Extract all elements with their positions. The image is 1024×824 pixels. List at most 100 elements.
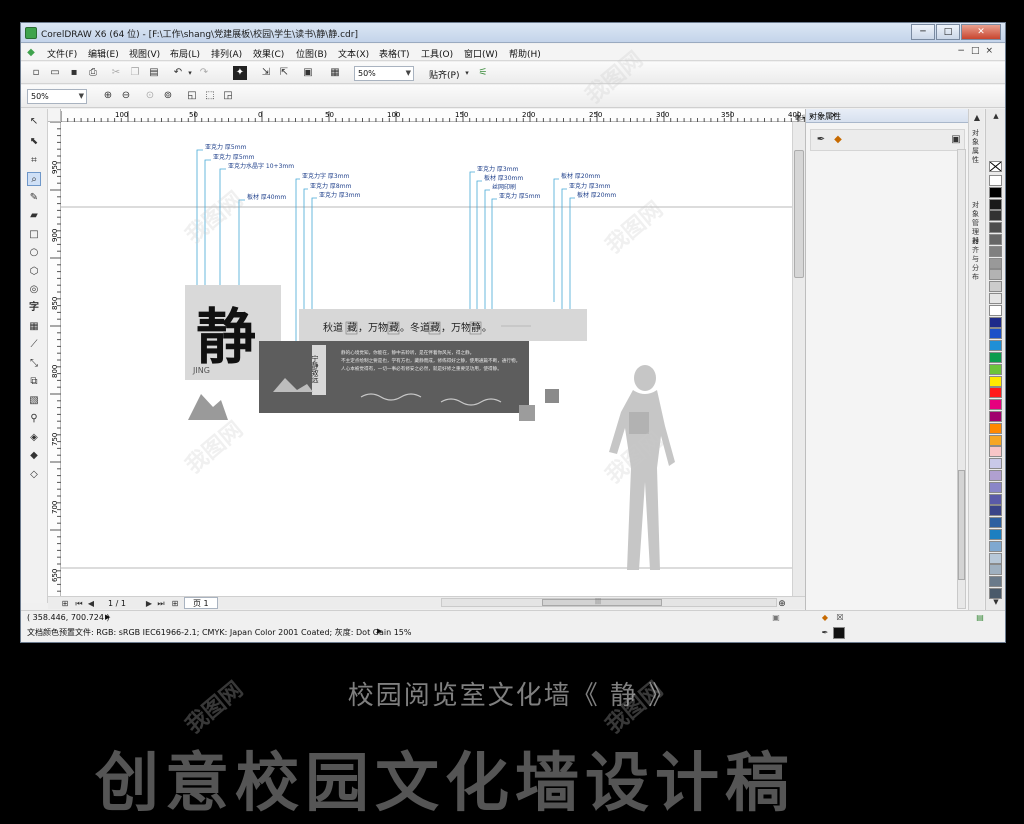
interactive-fill-icon[interactable]: ◇	[27, 468, 41, 482]
doc-icon[interactable]: ◆	[24, 46, 38, 60]
snap-dropdown-icon[interactable]: ▾	[460, 66, 474, 80]
palette-swatch[interactable]	[989, 387, 1002, 399]
palette-swatch[interactable]	[989, 552, 1002, 564]
transparency-tool-icon[interactable]: ▧	[27, 394, 41, 408]
outline-pen-icon[interactable]: ✒	[814, 133, 828, 147]
rectangle-tool-icon[interactable]: □	[27, 228, 41, 242]
polygon-tool-icon[interactable]: ⬡	[27, 265, 41, 279]
palette-swatch[interactable]	[989, 493, 1002, 505]
palette-swatch[interactable]	[989, 352, 1002, 363]
maximize-button[interactable]: □	[936, 24, 960, 40]
zoom-page-icon[interactable]: ◱	[185, 89, 199, 103]
ruler-origin[interactable]	[48, 109, 61, 122]
docker-menu-icon[interactable]: ▣	[949, 133, 963, 147]
vertical-ruler[interactable]: 950 900 850 800 750 700 650	[48, 121, 61, 602]
tab-object-properties[interactable]: 对象属性	[972, 129, 982, 165]
eyedropper-tool-icon[interactable]: ⚲	[27, 412, 41, 426]
status-info-icon[interactable]: ▣	[769, 611, 783, 625]
publish-pdf-icon[interactable]: ▣	[301, 66, 315, 80]
docker-tab-arrow-icon[interactable]: ▲	[970, 111, 984, 125]
menu-text[interactable]: 文本(X)	[338, 47, 369, 60]
text-tool-icon[interactable]: 字	[27, 301, 41, 315]
basic-shapes-icon[interactable]: ◎	[27, 283, 41, 297]
snap-to-button[interactable]: 贴齐(P)	[429, 68, 459, 81]
application-launcher-icon[interactable]: ▦	[328, 66, 342, 80]
fill-indicator-icon[interactable]: ◆	[818, 611, 832, 625]
palette-swatch[interactable]	[989, 411, 1002, 422]
menu-help[interactable]: 帮助(H)	[509, 47, 541, 60]
horizontal-ruler[interactable]: 100 50 0 50 100 150 200 250 300 350 400 …	[60, 109, 807, 122]
menu-window[interactable]: 窗口(W)	[464, 47, 498, 60]
pick-tool-icon[interactable]: ↖	[27, 115, 41, 129]
crop-tool-icon[interactable]: ⌗	[27, 154, 41, 168]
palette-swatch[interactable]	[989, 222, 1002, 234]
zoom-out-icon[interactable]: ⊖	[119, 89, 133, 103]
palette-swatch[interactable]	[989, 540, 1002, 552]
minimize-button[interactable]: ─	[911, 24, 935, 40]
menu-effects[interactable]: 效果(C)	[253, 47, 284, 60]
palette-swatch[interactable]	[989, 481, 1002, 493]
prev-page-icon[interactable]: ◀	[84, 597, 98, 611]
menu-view[interactable]: 视图(V)	[129, 47, 160, 60]
palette-swatch[interactable]	[989, 505, 1002, 517]
palette-swatch[interactable]	[989, 434, 1002, 446]
vertical-scroll-thumb[interactable]	[794, 150, 804, 278]
fill-bucket-icon[interactable]: ◆	[831, 133, 845, 147]
palette-swatch[interactable]	[989, 328, 1002, 340]
dimension-tool-icon[interactable]: ⟋	[27, 338, 41, 352]
status-arrow-icon[interactable]: ▶	[105, 613, 110, 621]
options-icon[interactable]: ⚟	[476, 66, 490, 80]
shape-tool-icon[interactable]: ⬉	[27, 135, 41, 149]
palette-swatch[interactable]	[989, 399, 1002, 411]
status-arrow-icon-2[interactable]: ▶	[377, 627, 382, 635]
export-icon[interactable]: ⇱	[277, 66, 291, 80]
palette-swatch[interactable]	[989, 340, 1002, 352]
undo-dropdown-icon[interactable]: ▾	[183, 66, 197, 80]
menu-tools[interactable]: 工具(O)	[421, 47, 453, 60]
horizontal-scrollbar[interactable]: |||	[441, 598, 777, 607]
cut-icon[interactable]: ✂	[109, 66, 123, 80]
outline-color-swatch[interactable]	[833, 627, 845, 639]
docker-scroll-thumb[interactable]	[958, 470, 965, 580]
outline-tool-icon[interactable]: ◈	[27, 431, 41, 445]
menu-bitmaps[interactable]: 位图(B)	[296, 47, 327, 60]
drawing-canvas[interactable]: 亚克力 厚5mm 亚克力 厚5mm 亚克力水晶字 10+3mm 板材 厚40mm…	[61, 122, 792, 596]
redo-icon[interactable]: ↷	[197, 66, 211, 80]
search-content-icon[interactable]: ✦	[233, 66, 247, 80]
palette-scroll-up-icon[interactable]: ▲	[989, 109, 1003, 123]
paste-icon[interactable]: ▤	[147, 66, 161, 80]
open-icon[interactable]: ▭	[48, 66, 62, 80]
menu-arrange[interactable]: 排列(A)	[211, 47, 242, 60]
navigator-zoom-icon[interactable]: ⊕	[775, 597, 789, 611]
palette-swatch[interactable]	[989, 446, 1002, 458]
tab-align-distribute[interactable]: 对齐与分布	[972, 237, 982, 282]
no-fill-swatch-icon[interactable]: ☒	[833, 611, 847, 625]
zoom-width-icon[interactable]: ⬚	[203, 89, 217, 103]
palette-swatch[interactable]	[989, 375, 1002, 387]
save-icon[interactable]: ▪	[67, 66, 81, 80]
menu-table[interactable]: 表格(T)	[379, 47, 410, 60]
copy-icon[interactable]: ❐	[128, 66, 142, 80]
add-page-icon[interactable]: ⊞	[58, 597, 72, 611]
fill-tool-icon[interactable]: ◆	[27, 449, 41, 463]
print-icon[interactable]: ⎙	[86, 66, 100, 80]
palette-swatch[interactable]	[989, 564, 1002, 576]
menu-layout[interactable]: 布局(L)	[170, 47, 200, 60]
add-page-after-icon[interactable]: ⊞	[168, 597, 182, 611]
docker-scrollbar[interactable]	[957, 149, 966, 609]
palette-swatch[interactable]	[989, 245, 1002, 257]
document-window-controls[interactable]: −□×	[957, 46, 999, 56]
zoom-all-icon[interactable]: ⊚	[161, 89, 175, 103]
zoom-selected-icon[interactable]: ⊙	[143, 89, 157, 103]
ellipse-tool-icon[interactable]: ○	[27, 246, 41, 260]
vertical-scrollbar[interactable]	[792, 122, 805, 596]
palette-swatch[interactable]	[989, 281, 1002, 293]
new-icon[interactable]: ▫	[29, 66, 43, 80]
palette-swatch[interactable]	[989, 316, 1002, 328]
palette-swatch[interactable]	[989, 293, 1002, 304]
palette-swatch[interactable]	[989, 458, 1002, 470]
palette-swatch[interactable]	[989, 517, 1002, 529]
blend-tool-icon[interactable]: ⧉	[27, 375, 41, 389]
menu-file[interactable]: 文件(F)	[47, 47, 77, 60]
zoom-level-combo[interactable]: 50% ▼	[354, 66, 414, 81]
